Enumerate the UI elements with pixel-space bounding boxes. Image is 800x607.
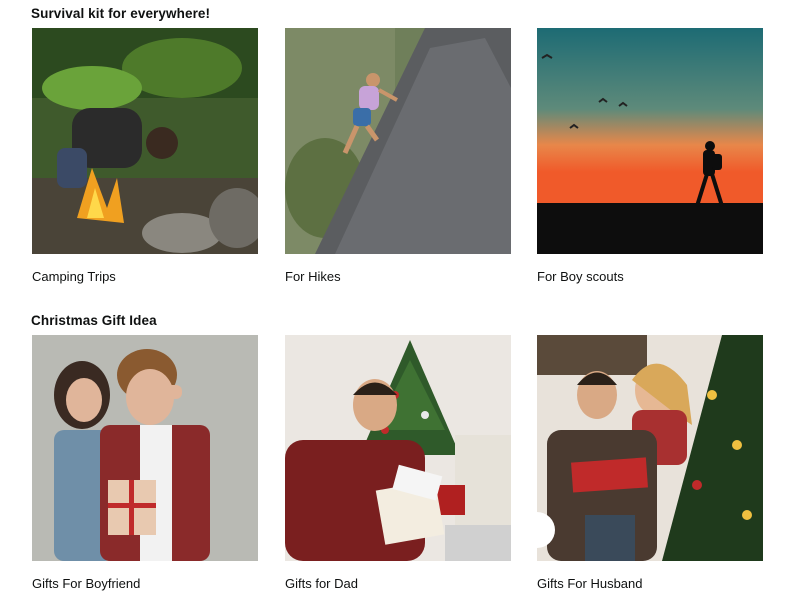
tile-label[interactable]: Gifts for Dad [285, 576, 358, 591]
tile-label[interactable]: Camping Trips [32, 269, 116, 284]
for-boy-scouts-image[interactable] [537, 28, 763, 254]
tile-gifts-for-dad[interactable]: Gifts for Dad [285, 335, 511, 591]
camping-trips-image[interactable] [32, 28, 258, 254]
tile-camping-trips[interactable]: Camping Trips [32, 28, 258, 284]
gifts-for-husband-image[interactable] [537, 335, 763, 561]
tile-label[interactable]: Gifts For Boyfriend [32, 576, 140, 591]
tile-label[interactable]: For Boy scouts [537, 269, 624, 284]
for-hikes-image[interactable] [285, 28, 511, 254]
tile-gifts-for-husband[interactable]: Gifts For Husband [537, 335, 763, 591]
gifts-for-boyfriend-image[interactable] [32, 335, 258, 561]
tile-label[interactable]: For Hikes [285, 269, 341, 284]
section-title-christmas-gift-idea: Christmas Gift Idea [31, 313, 157, 328]
tile-gifts-for-boyfriend[interactable]: Gifts For Boyfriend [32, 335, 258, 591]
tile-label[interactable]: Gifts For Husband [537, 576, 643, 591]
tile-for-hikes[interactable]: For Hikes [285, 28, 511, 284]
tile-for-boy-scouts[interactable]: For Boy scouts [537, 28, 763, 284]
section-title-survival-kit: Survival kit for everywhere! [31, 6, 211, 21]
gifts-for-dad-image[interactable] [285, 335, 511, 561]
